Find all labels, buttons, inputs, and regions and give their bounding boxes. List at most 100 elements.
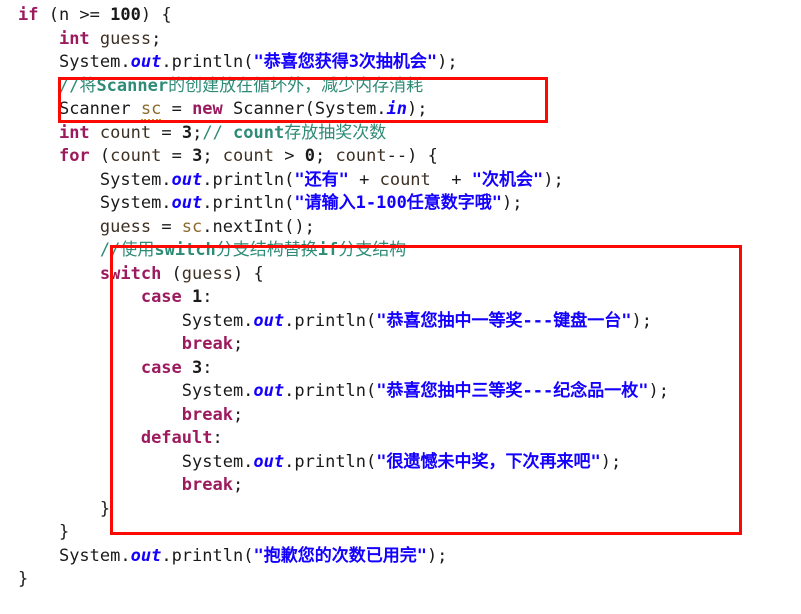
code-token-plain: .println( [202, 169, 295, 190]
code-token-plain: ; [202, 146, 223, 166]
code-token-plain: : [202, 357, 213, 378]
code-token-cmt: // [202, 122, 234, 143]
code-token-plain: ); [407, 99, 428, 119]
code-token-fld: out [253, 451, 285, 472]
code-token-fld: out [130, 545, 162, 566]
code-token-cls: System. [99, 169, 172, 190]
code-token-plain: .nextInt(); [202, 216, 315, 237]
code-token-plain: ); [502, 193, 523, 213]
code-token-plain: .println( [284, 310, 377, 331]
code-token-cls: System. [58, 545, 131, 566]
code-token-cmt-kw: if [317, 240, 339, 260]
code-token-plain: : [202, 287, 213, 307]
code-token-kw: break [181, 404, 233, 425]
code-token-cmt: 的创建放在循坏外，减少内存消耗 [168, 75, 424, 96]
code-token-plain: ; [232, 475, 244, 495]
code-token-str: "请输入1-100任意数字哦" [294, 193, 503, 213]
code-line[interactable]: switch (guess) { [0, 263, 801, 287]
code-token-plain: ); [543, 169, 564, 190]
code-token-num: 3 [181, 122, 193, 143]
code-token-plain: .println( [284, 381, 377, 401]
code-line[interactable]: } [0, 568, 801, 592]
code-token-fld: in [386, 99, 408, 119]
code-line[interactable]: int count = 3;// count存放抽奖次数 [0, 122, 801, 146]
code-line[interactable]: guess = sc.nextInt(); [0, 216, 801, 240]
code-line[interactable]: case 3: [0, 357, 801, 381]
code-line[interactable]: System.out.println("很遗憾未中奖，下次再来吧"); [0, 451, 801, 475]
code-token-ident: count [222, 146, 274, 166]
code-token-plain: ; [314, 146, 336, 166]
code-line[interactable]: //使用switch分支结构替换if分支结构 [0, 239, 801, 263]
code-line[interactable]: System.out.println("恭喜您抽中三等奖---纪念品一枚"); [0, 380, 801, 404]
code-token-kw: case [140, 287, 182, 307]
code-token-cmt-kw: Scanner [96, 75, 169, 96]
code-line[interactable]: if (n >= 100) { [0, 4, 801, 28]
code-token-plain: ; [232, 404, 244, 425]
code-lines-container[interactable]: if (n >= 100) { int guess; System.out.pr… [0, 4, 801, 592]
code-token-cmt: //将 [58, 75, 97, 96]
code-token-cls: Scanner [58, 99, 131, 119]
code-token-fld: out [130, 52, 162, 72]
code-token-cmt: 存放抽奖次数 [284, 122, 387, 143]
code-token-num: 0 [304, 146, 315, 166]
code-token-ident: count [99, 122, 152, 143]
code-line[interactable]: break; [0, 404, 801, 428]
code-line[interactable]: } [0, 498, 801, 522]
code-token-ident: count [379, 169, 431, 190]
code-line[interactable]: break; [0, 474, 801, 498]
code-line[interactable]: System.out.println("恭喜您抽中一等奖---键盘一台"); [0, 310, 801, 334]
code-token-plain: .println( [161, 545, 254, 566]
code-token-str: "抱歉您的次数已用完" [253, 545, 427, 566]
code-token-ident: count [335, 146, 387, 166]
code-token-var: sc [181, 216, 203, 237]
code-line[interactable]: int guess; [0, 28, 801, 52]
code-token-plain: > [273, 146, 305, 166]
code-line[interactable]: break; [0, 333, 801, 357]
code-token-ident: count [110, 146, 162, 166]
code-token-plain: } [58, 522, 70, 542]
code-token-str: "还有" [294, 169, 349, 190]
code-line[interactable]: System.out.println("抱歉您的次数已用完"); [0, 545, 801, 569]
code-line[interactable]: case 1: [0, 286, 801, 310]
code-line[interactable]: //将Scanner的创建放在循坏外，减少内存消耗 [0, 75, 801, 99]
code-token-kw: break [181, 334, 233, 354]
code-token-plain: .println( [202, 193, 295, 213]
code-token-plain: ; [192, 122, 203, 143]
code-token-plain: ); [631, 310, 652, 331]
code-token-plain: : [212, 428, 223, 448]
code-line[interactable]: System.out.println("请输入1-100任意数字哦"); [0, 192, 801, 216]
code-token-fld: out [171, 193, 203, 213]
code-line[interactable]: for (count = 3; count > 0; count--) { [0, 145, 801, 169]
code-line[interactable]: default: [0, 427, 801, 451]
code-token-kw: new [192, 99, 223, 119]
code-line[interactable]: } [0, 521, 801, 545]
code-token-kw: case [140, 357, 182, 378]
code-line[interactable]: Scanner sc = new Scanner(System.in); [0, 98, 801, 122]
code-token-kw: int [58, 28, 90, 49]
code-line[interactable]: System.out.println("恭喜您获得3次抽机会"); [0, 51, 801, 75]
code-token-plain: } [99, 498, 111, 519]
code-token-kw: for [58, 146, 90, 166]
code-token-plain: ( [161, 263, 182, 284]
code-line[interactable]: System.out.println("还有" + count + "次机会")… [0, 169, 801, 193]
code-token-cls: System. [58, 52, 131, 72]
code-token-cls: System. [181, 451, 254, 472]
code-token-fld: out [171, 169, 203, 190]
code-editor-surface[interactable]: if (n >= 100) { int guess; System.out.pr… [0, 0, 801, 614]
code-token-kw: default [140, 428, 213, 448]
